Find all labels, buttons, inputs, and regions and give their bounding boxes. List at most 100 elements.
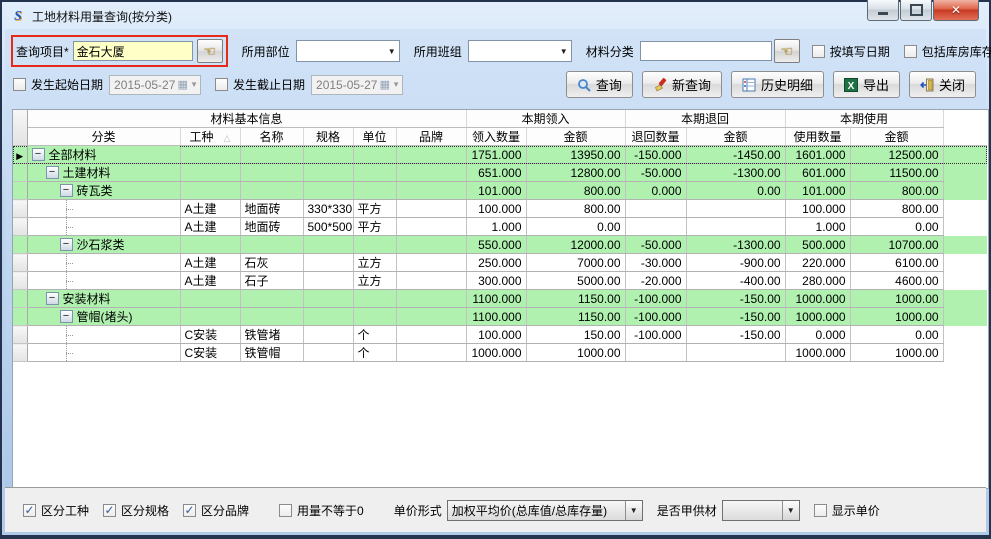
worktype-cell[interactable]: C安装 [180, 344, 240, 362]
unit-cell[interactable]: 立方 [353, 254, 396, 272]
row-selector[interactable] [13, 344, 27, 362]
amount-cell-0[interactable]: 101.000 [466, 182, 526, 200]
table-row[interactable]: A土建石灰立方250.0007000.00-30.000-900.00220.0… [13, 254, 987, 272]
unit-cell[interactable]: 平方 [353, 218, 396, 236]
amount-cell-0[interactable]: 100.000 [466, 326, 526, 344]
amount-cell-5[interactable]: 800.00 [850, 182, 943, 200]
worktype-cell[interactable]: A土建 [180, 200, 240, 218]
name-cell[interactable] [240, 182, 303, 200]
column-header-1[interactable]: 工种△ [180, 128, 240, 146]
amount-cell-4[interactable]: 101.000 [785, 182, 850, 200]
worktype-cell[interactable]: A土建 [180, 218, 240, 236]
column-header-7[interactable]: 金额 [526, 128, 625, 146]
amount-cell-1[interactable]: 1000.00 [526, 344, 625, 362]
amount-cell-1[interactable]: 12000.00 [526, 236, 625, 254]
name-cell[interactable] [240, 164, 303, 182]
row-selector[interactable] [13, 218, 27, 236]
amount-cell-2[interactable] [625, 344, 686, 362]
price-form-combobox[interactable]: 加权平均价(总库值/总库存量) ▼ [447, 500, 643, 521]
amount-cell-2[interactable]: -100.000 [625, 326, 686, 344]
amount-cell-3[interactable] [686, 218, 785, 236]
spec-cell[interactable] [303, 146, 353, 164]
row-selector[interactable] [13, 326, 27, 344]
collapse-icon[interactable] [60, 310, 73, 323]
name-cell[interactable]: 地面砖 [240, 218, 303, 236]
amount-cell-5[interactable]: 1000.00 [850, 308, 943, 326]
amount-cell-1[interactable]: 12800.00 [526, 164, 625, 182]
brand-cell[interactable] [396, 272, 466, 290]
unit-cell[interactable] [353, 146, 396, 164]
selector-column-header[interactable] [13, 110, 27, 146]
name-cell[interactable]: 铁管堵 [240, 326, 303, 344]
row-selector[interactable] [13, 164, 27, 182]
by-fill-date-checkbox[interactable]: 按填写日期 [812, 43, 890, 60]
name-cell[interactable] [240, 308, 303, 326]
amount-cell-3[interactable]: -900.00 [686, 254, 785, 272]
row-selector[interactable] [13, 236, 27, 254]
brand-cell[interactable] [396, 254, 466, 272]
column-header-3[interactable]: 规格 [303, 128, 353, 146]
amount-cell-5[interactable]: 0.00 [850, 218, 943, 236]
amount-cell-2[interactable]: -50.000 [625, 236, 686, 254]
worktype-cell[interactable] [180, 308, 240, 326]
name-cell[interactable] [240, 236, 303, 254]
material-class-input[interactable] [640, 41, 772, 61]
amount-cell-1[interactable]: 5000.00 [526, 272, 625, 290]
team-combobox[interactable]: ▼ [468, 40, 572, 62]
end-date-field[interactable]: 2015-05-27 ▦ ▼ [311, 75, 403, 95]
category-cell[interactable] [27, 326, 180, 344]
collapse-icon[interactable] [32, 148, 45, 161]
amount-cell-5[interactable]: 11500.00 [850, 164, 943, 182]
table-row[interactable]: C安装铁管堵个100.000150.00-100.000-150.000.000… [13, 326, 987, 344]
row-selector[interactable] [13, 272, 27, 290]
column-header-0[interactable]: 分类 [27, 128, 180, 146]
close-form-button[interactable]: 关闭 [909, 71, 976, 98]
amount-cell-1[interactable]: 7000.00 [526, 254, 625, 272]
row-selector[interactable] [13, 182, 27, 200]
amount-cell-1[interactable]: 1150.00 [526, 290, 625, 308]
amount-cell-4[interactable]: 601.000 [785, 164, 850, 182]
maximize-button[interactable] [900, 0, 932, 21]
amount-cell-3[interactable]: 0.00 [686, 182, 785, 200]
category-cell[interactable] [27, 254, 180, 272]
spec-cell[interactable] [303, 164, 353, 182]
amount-cell-3[interactable]: -1300.00 [686, 164, 785, 182]
amount-cell-4[interactable]: 1000.000 [785, 290, 850, 308]
amount-cell-5[interactable]: 6100.00 [850, 254, 943, 272]
split-worktype-checkbox[interactable]: 区分工种 [23, 502, 89, 519]
nonzero-usage-checkbox[interactable]: 用量不等于0 [279, 502, 364, 519]
brand-cell[interactable] [396, 200, 466, 218]
amount-cell-5[interactable]: 0.00 [850, 326, 943, 344]
table-row[interactable]: A土建地面砖330*330平方100.000800.00100.000800.0… [13, 200, 987, 218]
brand-cell[interactable] [396, 182, 466, 200]
include-warehouse-checkbox[interactable]: 包括库房库存 [904, 43, 991, 60]
material-class-picker-button[interactable]: ☜ [774, 39, 800, 63]
amount-cell-0[interactable]: 100.000 [466, 200, 526, 218]
category-cell[interactable]: 安装材料 [27, 290, 180, 308]
table-row[interactable]: C安装铁管帽个1000.0001000.001000.0001000.00 [13, 344, 987, 362]
table-row[interactable]: 管帽(堵头)1100.0001150.00-100.000-150.001000… [13, 308, 987, 326]
amount-cell-2[interactable] [625, 218, 686, 236]
name-cell[interactable]: 铁管帽 [240, 344, 303, 362]
amount-cell-0[interactable]: 651.000 [466, 164, 526, 182]
amount-cell-5[interactable]: 800.00 [850, 200, 943, 218]
row-selector[interactable] [13, 308, 27, 326]
name-cell[interactable]: 石灰 [240, 254, 303, 272]
worktype-cell[interactable]: A土建 [180, 254, 240, 272]
amount-cell-3[interactable]: -150.00 [686, 308, 785, 326]
table-row[interactable]: 沙石浆类550.00012000.00-50.000-1300.00500.00… [13, 236, 987, 254]
amount-cell-3[interactable]: -1450.00 [686, 146, 785, 164]
table-row[interactable]: 安装材料1100.0001150.00-100.000-150.001000.0… [13, 290, 987, 308]
worktype-cell[interactable] [180, 164, 240, 182]
column-header-9[interactable]: 金额 [686, 128, 785, 146]
amount-cell-0[interactable]: 1000.000 [466, 344, 526, 362]
amount-cell-5[interactable]: 1000.00 [850, 290, 943, 308]
category-cell[interactable] [27, 218, 180, 236]
amount-cell-5[interactable]: 1000.00 [850, 344, 943, 362]
amount-cell-4[interactable]: 220.000 [785, 254, 850, 272]
amount-cell-2[interactable]: -150.000 [625, 146, 686, 164]
category-cell[interactable]: 管帽(堵头) [27, 308, 180, 326]
brand-cell[interactable] [396, 164, 466, 182]
amount-cell-5[interactable]: 10700.00 [850, 236, 943, 254]
history-detail-button[interactable]: 历史明细 [731, 71, 824, 98]
